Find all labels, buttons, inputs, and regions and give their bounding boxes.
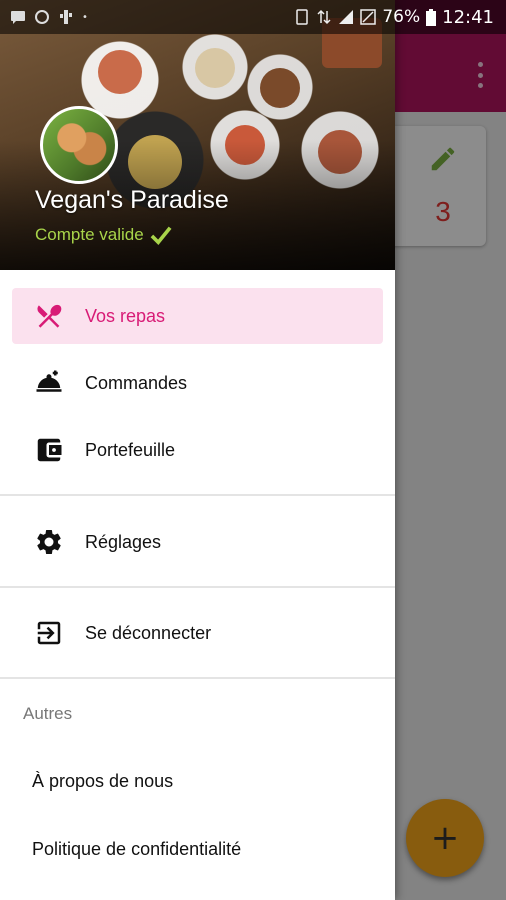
restaurant-icon [34, 301, 64, 331]
avatar[interactable] [40, 106, 118, 184]
room-service-icon [34, 368, 64, 398]
message-icon [11, 11, 25, 24]
battery-icon [426, 8, 437, 26]
header-food-image [98, 50, 142, 94]
menu-item-commandes[interactable]: Commandes [12, 355, 383, 411]
menu-item-politique-confidentialite[interactable]: Politique de confidentialité [32, 839, 241, 860]
check-icon [150, 226, 172, 245]
menu-label: Vos repas [85, 305, 166, 326]
usb-icon [60, 10, 72, 24]
menu-label: Réglages [85, 531, 162, 552]
menu-label: Portefeuille [85, 439, 176, 460]
sim-icon [296, 9, 309, 25]
section-title-autres: Autres [23, 704, 73, 723]
divider [0, 677, 395, 679]
logout-icon [34, 618, 64, 648]
data-transfer-icon [317, 9, 331, 25]
drawer-header: Vegan's Paradise Compte valide [0, 0, 395, 270]
signal-icon [339, 10, 354, 24]
status-bar: • 76% 12:41 [0, 0, 506, 34]
clock: 12:41 [442, 6, 494, 28]
menu-label: Commandes [85, 372, 188, 393]
navigation-drawer: Vegan's Paradise Compte valide Vos repas… [0, 0, 395, 900]
sync-icon [35, 10, 49, 24]
wallet-icon [34, 435, 64, 465]
menu-item-se-deconnecter[interactable]: Se déconnecter [12, 605, 383, 661]
screen: 3 + • 76% 12:41 Vegan's Paradise Compte … [0, 0, 506, 900]
account-status: Compte valide [35, 225, 172, 245]
header-dish [195, 48, 235, 88]
account-status-label: Compte valide [35, 225, 144, 244]
menu-item-a-propos[interactable]: À propos de nous [32, 771, 173, 792]
menu-label: Se déconnecter [85, 622, 212, 643]
divider [0, 494, 395, 496]
header-dish [260, 68, 300, 108]
menu-item-reglages[interactable]: Réglages [12, 514, 383, 570]
battery-percent: 76% [382, 7, 421, 27]
gear-icon [34, 527, 64, 557]
menu-item-portefeuille[interactable]: Portefeuille [12, 422, 383, 478]
no-signal-icon [360, 9, 377, 25]
menu-item-vos-repas[interactable]: Vos repas [12, 288, 383, 344]
divider [0, 586, 395, 588]
restaurant-name: Vegan's Paradise [35, 186, 229, 214]
